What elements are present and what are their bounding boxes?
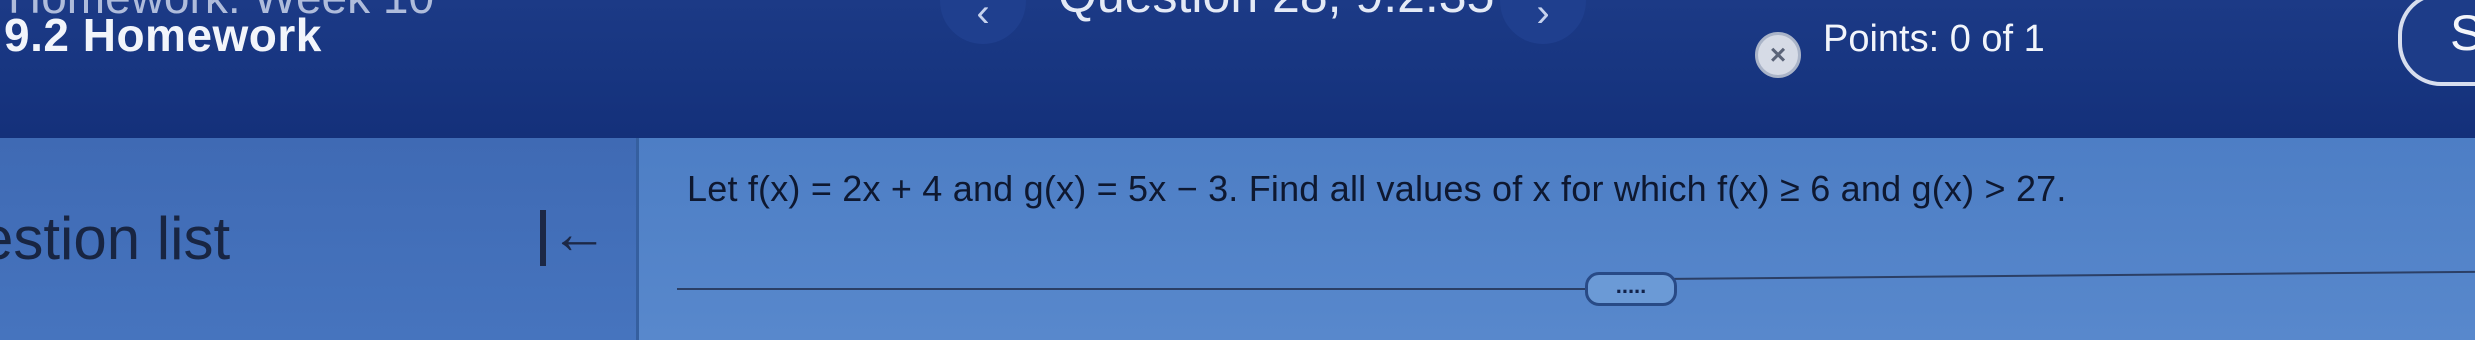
assignment-title: 9.2 Homework (4, 9, 322, 61)
points-label: Points: 0 of 1 (1823, 18, 2045, 60)
collapse-bar-icon (540, 210, 546, 266)
chevron-left-icon: ‹ (976, 0, 990, 35)
question-content: Let f(x) = 2x + 4 and g(x) = 5x − 3. Fin… (639, 138, 2475, 340)
next-question-button[interactable]: › (1500, 0, 1586, 44)
arrow-left-icon: ← (550, 201, 608, 266)
page: Homework: Week 10 9.2 Homework ‹ Questio… (0, 0, 2475, 340)
chevron-right-icon: › (1536, 0, 1550, 35)
question-text: Let f(x) = 2x + 4 and g(x) = 5x − 3. Fin… (687, 168, 2067, 209)
content-divider-left (677, 288, 1627, 290)
content-divider-right (1658, 270, 2475, 280)
expand-more-button[interactable]: ..... (1585, 272, 1677, 306)
save-button[interactable]: S (2398, 0, 2475, 86)
header-bar: Homework: Week 10 9.2 Homework ‹ Questio… (0, 0, 2475, 138)
save-button-label: S (2450, 5, 2475, 61)
question-list-panel: estion list ← (0, 138, 636, 340)
x-circle-icon: × (1755, 32, 1801, 78)
question-indicator: Question 28, 9.2.35 (1058, 0, 1494, 24)
question-list-title: estion list (0, 205, 231, 272)
previous-question-button[interactable]: ‹ (940, 0, 1026, 44)
collapse-question-list-button[interactable]: ← (536, 202, 608, 270)
